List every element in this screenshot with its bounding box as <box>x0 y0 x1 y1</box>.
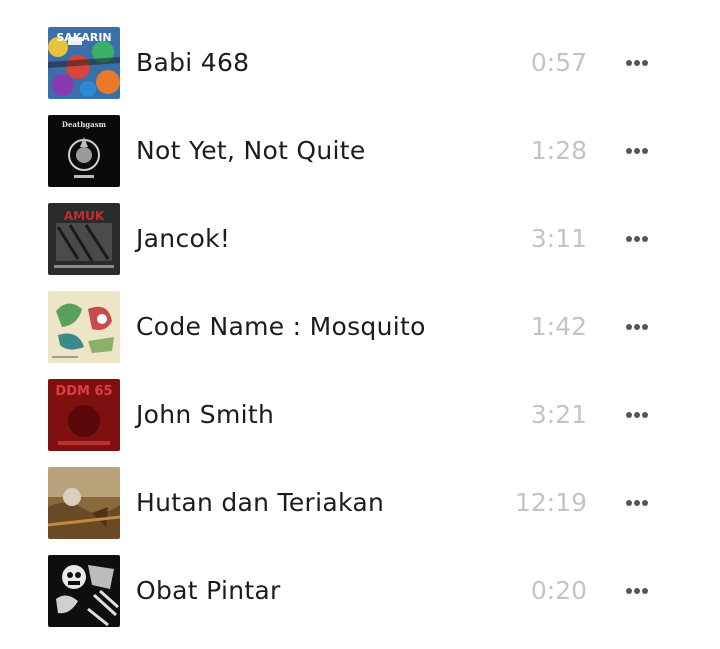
track-row[interactable]: Deathgasm Not Yet, Not Quite 1:28 <box>0 115 720 203</box>
album-cover-image <box>48 291 120 363</box>
cover-text: Deathgasm <box>62 120 107 129</box>
track-row[interactable]: DDM 65 John Smith 3:21 <box>0 379 720 467</box>
track-duration: 3:11 <box>530 224 587 253</box>
track-list: SAKARIN Babi 468 0:57 Deathgasm Not Yet,… <box>0 0 720 649</box>
cover-text: DDM 65 <box>55 384 112 399</box>
track-title[interactable]: John Smith <box>136 399 274 431</box>
track-row[interactable]: Obat Pintar 0:20 <box>0 555 720 643</box>
more-options-icon[interactable] <box>622 229 652 249</box>
album-cover-image <box>48 467 120 539</box>
track-title[interactable]: Obat Pintar <box>136 575 281 607</box>
album-cover-image: AMUK <box>48 203 120 275</box>
track-row[interactable]: SAKARIN Babi 468 0:57 <box>0 27 720 115</box>
more-options-icon[interactable] <box>622 493 652 513</box>
track-duration: 1:28 <box>530 136 587 165</box>
more-options-icon[interactable] <box>622 405 652 425</box>
more-options-icon[interactable] <box>622 581 652 601</box>
track-title[interactable]: Babi 468 <box>136 47 249 79</box>
album-cover-image: SAKARIN <box>48 27 120 99</box>
album-cover-image: DDM 65 <box>48 379 120 451</box>
track-duration: 0:20 <box>530 576 587 605</box>
track-duration: 1:42 <box>530 312 587 341</box>
track-title[interactable]: Code Name : Mosquito <box>136 311 426 343</box>
track-title[interactable]: Hutan dan Teriakan <box>136 487 384 519</box>
track-title[interactable]: Jancok! <box>136 223 230 255</box>
track-row[interactable]: Hutan dan Teriakan 12:19 <box>0 467 720 555</box>
more-options-icon[interactable] <box>622 317 652 337</box>
cover-text: AMUK <box>64 209 105 223</box>
cover-text: SAKARIN <box>56 31 111 44</box>
track-duration: 12:19 <box>514 488 587 517</box>
track-row[interactable]: Code Name : Mosquito 1:42 <box>0 291 720 379</box>
more-options-icon[interactable] <box>622 141 652 161</box>
track-duration: 3:21 <box>530 400 587 429</box>
album-cover-image <box>48 555 120 627</box>
more-options-icon[interactable] <box>622 53 652 73</box>
album-cover-image: Deathgasm <box>48 115 120 187</box>
track-duration: 0:57 <box>530 48 587 77</box>
track-row[interactable]: AMUK Jancok! 3:11 <box>0 203 720 291</box>
track-title[interactable]: Not Yet, Not Quite <box>136 135 366 167</box>
